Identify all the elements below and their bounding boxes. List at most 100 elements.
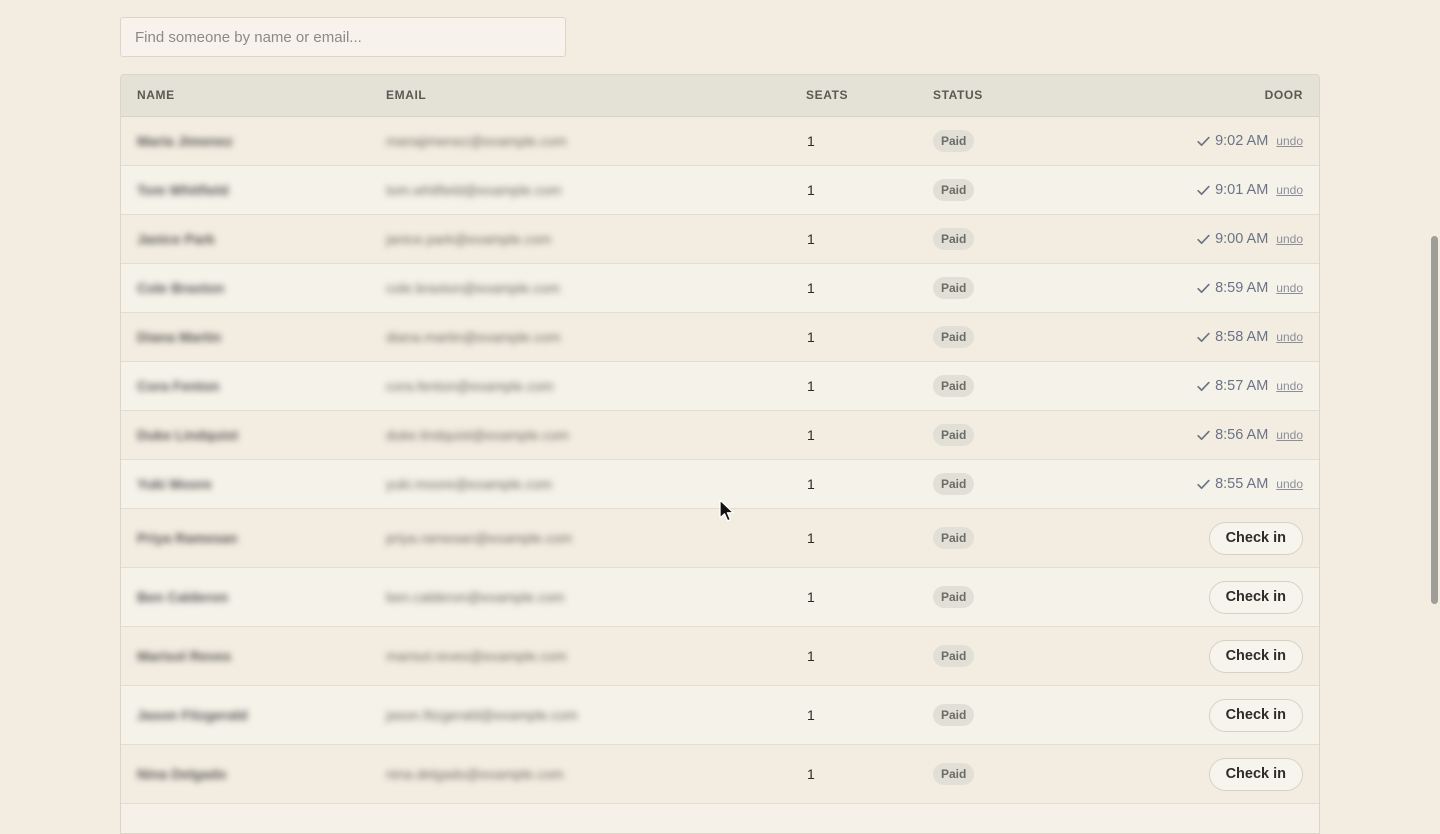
scrollbar-thumb[interactable] — [1431, 236, 1438, 604]
status-badge: Paid — [933, 645, 975, 667]
attendee-name: Janice Park — [137, 231, 215, 247]
attendee-name: Ben Calderon — [137, 589, 229, 605]
check-in-button[interactable]: Check in — [1208, 639, 1303, 673]
column-header-email[interactable]: EMAIL — [386, 75, 426, 116]
attendee-email: jason.fitzgerald@example.com — [386, 707, 578, 723]
checkin-time: 8:58 AM — [1215, 329, 1269, 345]
attendee-name: Nina Delgado — [137, 766, 227, 782]
attendee-name: Maria Jimenez — [137, 133, 233, 149]
seats-count: 1 — [807, 231, 815, 247]
checked-in-status: 8:55 AM — [1197, 476, 1268, 492]
check-in-button[interactable]: Check in — [1208, 521, 1303, 555]
checkin-time: 9:01 AM — [1215, 182, 1269, 198]
status-badge: Paid — [933, 704, 975, 726]
checkmark-icon — [1197, 234, 1210, 244]
table-row: Nina Delgado nina.delgado@example.com 1 Pai… — [121, 745, 1319, 804]
mouse-pointer-icon — [719, 499, 735, 522]
attendee-email: marisol.reves@example.com — [386, 648, 567, 664]
checkin-time: 9:00 AM — [1215, 231, 1269, 247]
seats-count: 1 — [807, 280, 815, 296]
undo-link[interactable]: undo — [1276, 428, 1303, 442]
checkmark-icon — [1197, 136, 1210, 146]
undo-link[interactable]: undo — [1276, 379, 1303, 393]
status-badge: Paid — [933, 586, 975, 608]
status-badge: Paid — [933, 424, 975, 446]
seats-count: 1 — [807, 707, 815, 723]
undo-link[interactable]: undo — [1276, 330, 1303, 344]
seats-count: 1 — [807, 182, 815, 198]
checkin-time: 8:55 AM — [1215, 476, 1269, 492]
search-input[interactable] — [120, 17, 566, 57]
undo-link[interactable]: undo — [1276, 134, 1303, 148]
checkmark-icon — [1197, 185, 1210, 195]
checkmark-icon — [1197, 332, 1210, 342]
attendee-email: priya.ramesan@example.com — [386, 530, 573, 546]
check-in-button[interactable]: Check in — [1208, 580, 1303, 614]
checkmark-icon — [1197, 381, 1210, 391]
table-row: Janice Park janice.park@example.com 1 Paid 9… — [121, 215, 1319, 264]
column-header-seats[interactable]: SEATS — [806, 75, 848, 116]
seats-count: 1 — [807, 329, 815, 345]
attendee-table: NAME EMAIL SEATS STATUS DOOR Maria Jimen… — [120, 74, 1320, 834]
undo-link[interactable]: undo — [1276, 232, 1303, 246]
table-row: Jason Fitzgerald jason.fitzgerald@example… — [121, 686, 1319, 745]
check-in-button[interactable]: Check in — [1208, 757, 1303, 791]
status-badge: Paid — [933, 326, 975, 348]
table-row: Ben Calderon ben.calderon@example.com 1 Pai… — [121, 568, 1319, 627]
checkin-time: 8:56 AM — [1215, 427, 1269, 443]
checked-in-status: 8:57 AM — [1197, 378, 1268, 394]
column-header-status[interactable]: STATUS — [933, 75, 983, 116]
attendee-name: Jason Fitzgerald — [137, 707, 248, 723]
check-in-button[interactable]: Check in — [1208, 698, 1303, 732]
checked-in-status: 9:00 AM — [1197, 231, 1268, 247]
seats-count: 1 — [807, 648, 815, 664]
undo-link[interactable]: undo — [1276, 477, 1303, 491]
checkin-time: 8:59 AM — [1215, 280, 1269, 296]
seats-count: 1 — [807, 378, 815, 394]
status-badge: Paid — [933, 473, 975, 495]
attendee-name: Cole Braxton — [137, 280, 225, 296]
attendee-email: nina.delgado@example.com — [386, 766, 564, 782]
checked-in-status: 9:02 AM — [1197, 133, 1268, 149]
attendee-name: Priya Ramesan — [137, 530, 238, 546]
table-header: NAME EMAIL SEATS STATUS DOOR — [121, 75, 1319, 117]
table-row: Maria Jimenez mariajimenez@example.com 1 Pa… — [121, 117, 1319, 166]
attendee-email: cora.fenton@example.com — [386, 378, 554, 394]
attendee-email: ben.calderon@example.com — [386, 589, 565, 605]
table-row: Cole Braxton cole.braxton@example.com 1 Pai… — [121, 264, 1319, 313]
seats-count: 1 — [807, 427, 815, 443]
attendee-email: cole.braxton@example.com — [386, 280, 560, 296]
attendee-name: Marisol Reves — [137, 648, 232, 664]
attendee-name: Yuki Moore — [137, 476, 212, 492]
status-badge: Paid — [933, 527, 975, 549]
column-header-door[interactable]: DOOR — [1265, 75, 1303, 116]
undo-link[interactable]: undo — [1276, 183, 1303, 197]
attendee-email: yuki.moore@example.com — [386, 476, 552, 492]
undo-link[interactable]: undo — [1276, 281, 1303, 295]
attendee-email: diana.martin@example.com — [386, 329, 561, 345]
checked-in-status: 8:56 AM — [1197, 427, 1268, 443]
column-header-name[interactable]: NAME — [137, 75, 175, 116]
checked-in-status: 8:58 AM — [1197, 329, 1268, 345]
checkin-time: 9:02 AM — [1215, 133, 1269, 149]
status-badge: Paid — [933, 130, 975, 152]
scrollbar[interactable] — [1426, 0, 1440, 795]
table-row: Diana Martin diana.martin@example.com 1 Pai… — [121, 313, 1319, 362]
attendee-name: Tom Whitfield — [137, 182, 229, 198]
status-badge: Paid — [933, 179, 975, 201]
table-row: Marisol Reves marisol.reves@example.com 1 P… — [121, 627, 1319, 686]
seats-count: 1 — [807, 476, 815, 492]
status-badge: Paid — [933, 763, 975, 785]
attendee-name: Duke Lindquist — [137, 427, 239, 443]
table-row: Tom Whitfield tom.whitfield@example.com 1 P… — [121, 166, 1319, 215]
seats-count: 1 — [807, 133, 815, 149]
seats-count: 1 — [807, 530, 815, 546]
checked-in-status: 9:01 AM — [1197, 182, 1268, 198]
attendee-name: Cora Fenton — [137, 378, 220, 394]
status-badge: Paid — [933, 375, 975, 397]
checkmark-icon — [1197, 479, 1210, 489]
attendee-email: mariajimenez@example.com — [386, 133, 567, 149]
checkmark-icon — [1197, 430, 1210, 440]
attendee-email: tom.whitfield@example.com — [386, 182, 562, 198]
seats-count: 1 — [807, 589, 815, 605]
